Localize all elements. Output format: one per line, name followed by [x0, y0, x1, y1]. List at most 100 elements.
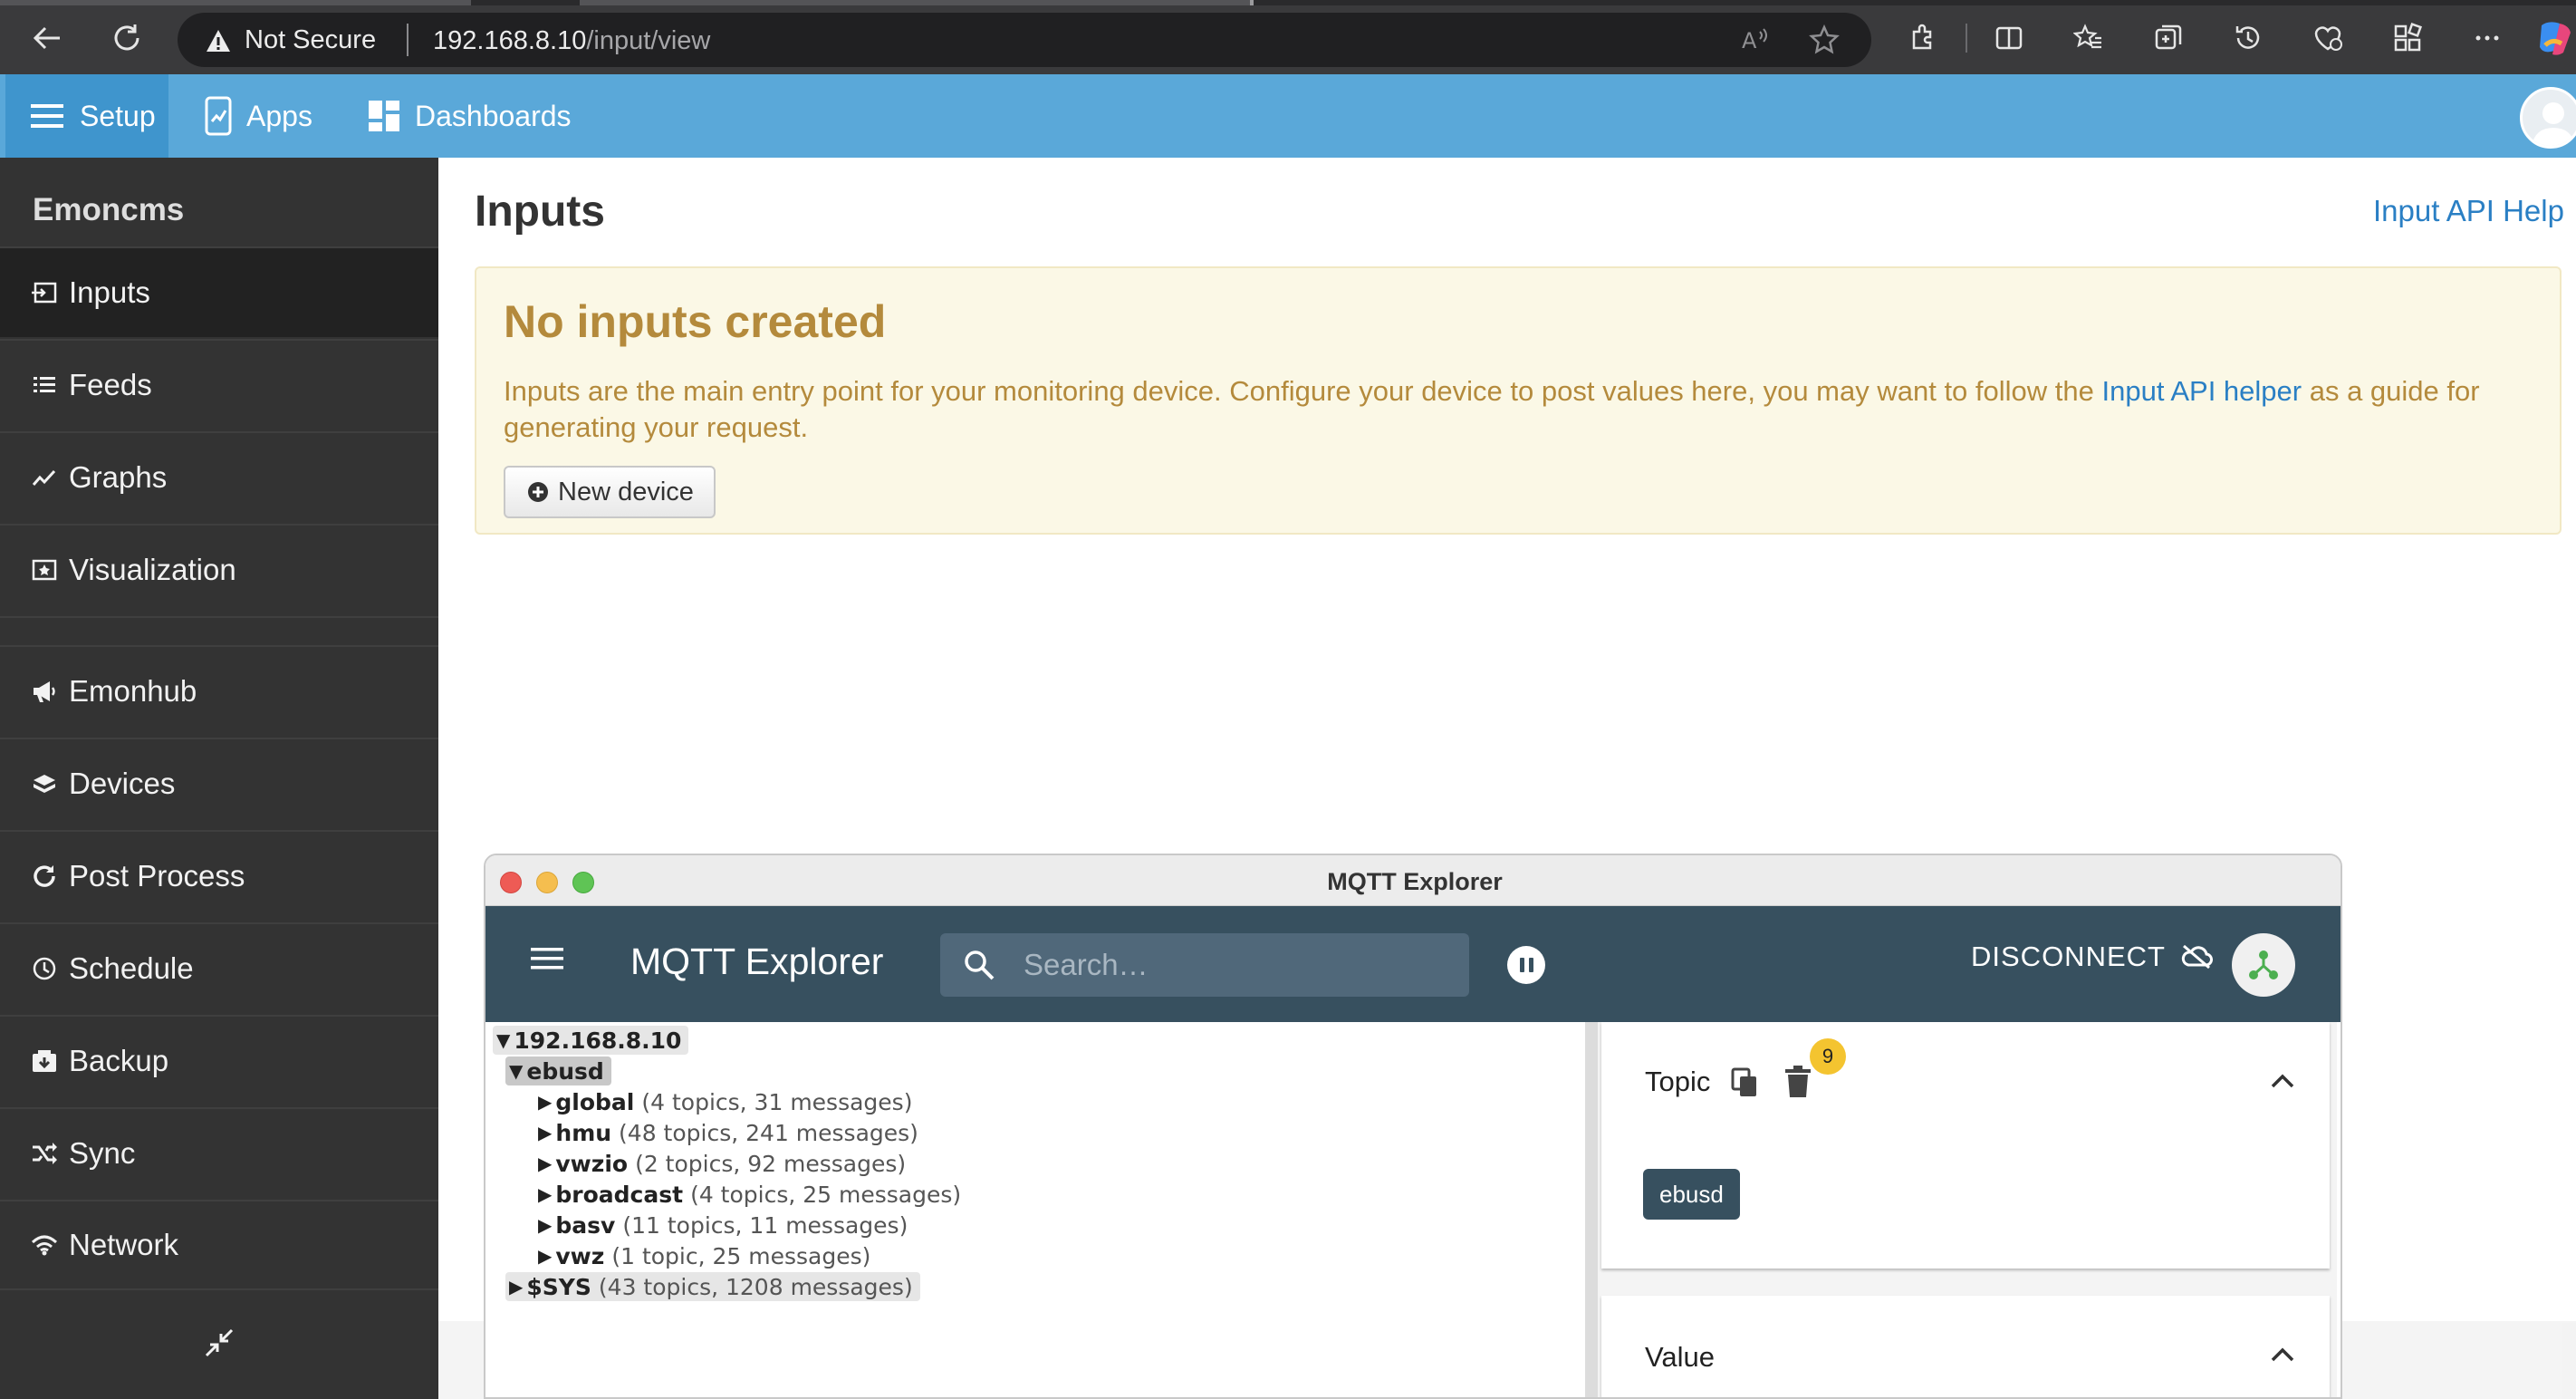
- url-text[interactable]: 192.168.8.10/input/view: [433, 26, 710, 56]
- sidebar-item-graphs[interactable]: Graphs: [0, 431, 438, 522]
- sidebar-item-label: Schedule: [69, 951, 194, 985]
- mqtt-app-bar: MQTT Explorer DISCONNECT: [485, 906, 2341, 1022]
- more-options-icon[interactable]: [2469, 20, 2505, 56]
- setup-menu[interactable]: Setup: [5, 74, 168, 158]
- connection-avatar[interactable]: [2232, 933, 2295, 997]
- search-box[interactable]: [940, 933, 1469, 997]
- alert-text: Inputs are the main entry point for your…: [504, 373, 2523, 446]
- sidebar-item-label: Visualization: [69, 553, 236, 586]
- tree-node-broadcast[interactable]: ▶ broadcast (4 topics, 25 messages): [534, 1180, 968, 1209]
- value-panel: Value: [1601, 1296, 2330, 1397]
- tree-node-sys[interactable]: ▶ $SYS (43 topics, 1208 messages): [505, 1272, 920, 1301]
- tree-node-ebusd[interactable]: ▼ ebusd: [505, 1056, 611, 1085]
- reload-icon[interactable]: [107, 18, 147, 58]
- sidebar-item-post-process[interactable]: Post Process: [0, 830, 438, 921]
- tree-node-basv[interactable]: ▶ basv (11 topics, 11 messages): [534, 1211, 915, 1240]
- sidebar-item-feeds[interactable]: Feeds: [0, 339, 438, 429]
- tree-node-vwzio[interactable]: ▶ vwzio (2 topics, 92 messages): [534, 1149, 913, 1178]
- plus-circle-icon: [527, 481, 549, 503]
- app-title: MQTT Explorer: [630, 941, 884, 982]
- sidebar-item-label: Sync: [69, 1136, 136, 1170]
- back-icon[interactable]: [27, 18, 67, 58]
- collections-icon[interactable]: [2150, 20, 2187, 56]
- collapsed-arrow-icon: ▶: [538, 1153, 553, 1174]
- favorite-star-icon[interactable]: [1806, 22, 1842, 58]
- sidebar-item-emonhub[interactable]: Emonhub: [0, 645, 438, 736]
- tree-node-name: basv: [555, 1211, 616, 1239]
- copy-icon[interactable]: [1730, 1067, 1759, 1098]
- dashboards-icon: [368, 100, 400, 132]
- tree-node-name: $SYS: [526, 1273, 591, 1300]
- address-bar[interactable]: Not Secure 192.168.8.10/input/view A: [178, 13, 1871, 67]
- sidebar: Emoncms Inputs Feeds Graphs Visualizatio…: [0, 158, 438, 1399]
- favorites-icon[interactable]: [2071, 20, 2107, 56]
- dashboards-menu[interactable]: Dashboards: [368, 74, 572, 158]
- svg-text:A: A: [1742, 28, 1757, 53]
- detail-pane: Topic 9 ebusd Value: [1598, 1022, 2337, 1397]
- alert-text-before: Inputs are the main entry point for your…: [504, 375, 2102, 407]
- no-inputs-alert: No inputs created Inputs are the main en…: [475, 266, 2562, 535]
- chevron-up-icon[interactable]: [2270, 1073, 2295, 1089]
- tree-node-broker[interactable]: ▼ 192.168.8.10: [493, 1026, 689, 1055]
- split-screen-icon[interactable]: [1991, 20, 2027, 56]
- tree-node-hmu[interactable]: ▶ hmu (48 topics, 241 messages): [534, 1118, 926, 1147]
- trash-icon[interactable]: [1784, 1066, 1812, 1098]
- menu-icon[interactable]: [531, 946, 563, 971]
- shuffle-icon: [31, 1140, 58, 1167]
- expanded-arrow-icon: ▼: [496, 1029, 511, 1051]
- wifi-icon: [31, 1231, 58, 1259]
- url-path: /input/view: [586, 26, 711, 55]
- top-navbar: Setup Apps Dashboards: [0, 74, 2576, 158]
- tree-node-name: vwz: [555, 1242, 605, 1269]
- security-indicator[interactable]: Not Secure: [205, 25, 376, 55]
- tree-node-meta: (2 topics, 92 messages): [635, 1150, 907, 1177]
- history-icon[interactable]: [2230, 20, 2266, 56]
- tree-node-name: broadcast: [555, 1181, 684, 1208]
- alert-heading: No inputs created: [504, 296, 887, 347]
- sidebar-item-devices[interactable]: Devices: [0, 738, 438, 828]
- pane-resize-handle[interactable]: [1585, 1022, 1598, 1397]
- tree-node-meta: (11 topics, 11 messages): [622, 1211, 908, 1239]
- apps-menu[interactable]: Apps: [205, 74, 312, 158]
- sidebar-item-schedule[interactable]: Schedule: [0, 922, 438, 1013]
- copilot-icon[interactable]: [2536, 18, 2572, 58]
- pause-icon-bar: [1528, 958, 1533, 972]
- collapsed-arrow-icon: ▶: [538, 1214, 553, 1236]
- tree-node-vwz[interactable]: ▶ vwz (1 topic, 25 messages): [534, 1241, 878, 1270]
- tree-node-name: vwzio: [555, 1150, 629, 1177]
- extensions-icon[interactable]: [1904, 20, 1940, 56]
- sidebar-item-label: Network: [69, 1228, 179, 1261]
- window-titlebar: MQTT Explorer: [485, 855, 2341, 906]
- input-api-helper-link[interactable]: Input API helper: [2102, 375, 2302, 407]
- page-title: Inputs: [475, 188, 605, 236]
- mqtt-explorer-window: MQTT Explorer MQTT Explorer DISCONNECT ▼…: [484, 854, 2342, 1399]
- megaphone-icon: [31, 678, 58, 705]
- tree-node-name: hmu: [555, 1119, 612, 1146]
- search-input[interactable]: [1024, 944, 1449, 986]
- setup-label: Setup: [80, 99, 156, 132]
- sidebar-item-backup[interactable]: Backup: [0, 1015, 438, 1105]
- chevron-up-icon[interactable]: [2270, 1346, 2295, 1363]
- graph-icon: [31, 464, 58, 491]
- sidebar-item-visualization[interactable]: Visualization: [0, 524, 438, 614]
- sidebar-item-sync[interactable]: Sync: [0, 1107, 438, 1198]
- input-icon: [31, 279, 58, 306]
- collapse-sidebar-icon[interactable]: [203, 1327, 235, 1359]
- apps-grid-icon[interactable]: [2389, 20, 2426, 56]
- disconnect-button[interactable]: DISCONNECT: [1971, 941, 2213, 973]
- browser-essentials-icon[interactable]: [2310, 20, 2346, 56]
- tree-node-meta: (4 topics, 31 messages): [641, 1088, 913, 1115]
- sidebar-item-network[interactable]: Network: [0, 1200, 438, 1290]
- topic-path-chip[interactable]: ebusd: [1643, 1169, 1740, 1220]
- new-device-button[interactable]: New device: [504, 466, 716, 518]
- tree-node-global[interactable]: ▶ global (4 topics, 31 messages): [534, 1087, 919, 1116]
- read-aloud-icon[interactable]: A: [1737, 22, 1773, 58]
- toolbar-divider: [1966, 24, 1967, 53]
- sidebar-item-label: Post Process: [69, 859, 245, 892]
- user-avatar[interactable]: [2520, 87, 2576, 149]
- sidebar-item-inputs[interactable]: Inputs: [0, 246, 438, 337]
- sidebar-item-label: Feeds: [69, 368, 152, 401]
- pause-button[interactable]: [1507, 946, 1545, 984]
- tree-node-meta: (43 topics, 1208 messages): [598, 1273, 913, 1300]
- input-api-help-link[interactable]: Input API Help: [2373, 194, 2564, 228]
